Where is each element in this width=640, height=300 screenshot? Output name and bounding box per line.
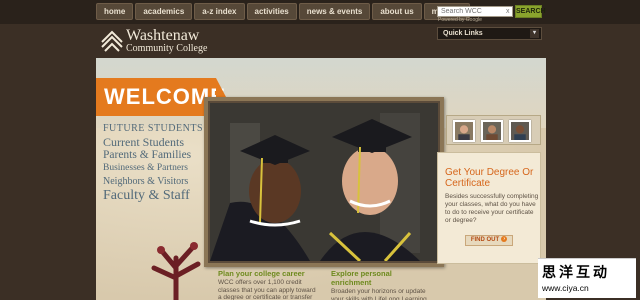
promo-personal-enrichment[interactable]: Explore personal enrichment Broaden your…: [331, 269, 431, 300]
powered-by-google: Powered by Google: [438, 17, 482, 23]
audience-businesses-partners[interactable]: Businesses & Partners: [103, 163, 188, 173]
cert-card-title: Get Your Degree Or Certificate: [445, 167, 534, 189]
chevron-down-icon[interactable]: ▾: [530, 29, 539, 38]
watermark-title: 思洋互动: [542, 264, 610, 280]
nav-activities[interactable]: activities: [246, 3, 297, 20]
top-navigation-bar: home academics a-z index activities news…: [0, 0, 640, 24]
audience-neighbors-visitors[interactable]: Neighbors & Visitors: [103, 176, 188, 187]
watermark-url: www.ciya.cn: [542, 283, 589, 293]
main-nav: home academics a-z index activities news…: [96, 3, 471, 20]
college-logo-icon[interactable]: [100, 28, 124, 52]
hero-panel: WELCOME FUTURE STUDENTS Current Students…: [96, 58, 546, 300]
find-out-label: FIND OUT: [470, 237, 500, 243]
nav-academics[interactable]: academics: [135, 3, 193, 20]
arrow-right-icon: ›: [501, 236, 508, 243]
nav-a-z-index[interactable]: a-z index: [194, 3, 245, 20]
promo-body: WCC offers over 1,100 credit classes tha…: [218, 279, 316, 300]
welcome-banner: WELCOME: [96, 78, 226, 116]
promo-title[interactable]: Explore personal enrichment: [331, 269, 431, 287]
audience-current-students[interactable]: Current Students: [103, 135, 184, 150]
nav-about-us[interactable]: about us: [372, 3, 422, 20]
logo-subtitle[interactable]: Community College: [126, 43, 207, 54]
degree-certificate-card: Get Your Degree Or Certificate Besides s…: [437, 152, 541, 264]
nav-home[interactable]: home: [96, 3, 134, 20]
search-button[interactable]: SEARCH: [515, 5, 546, 18]
audience-faculty-staff[interactable]: Faculty & Staff: [103, 188, 190, 204]
clear-search-icon[interactable]: x: [506, 6, 513, 17]
promo-college-career[interactable]: Plan your college career WCC offers over…: [218, 269, 318, 300]
audience-parents-families[interactable]: Parents & Families: [103, 149, 191, 161]
audience-future-students[interactable]: FUTURE STUDENTS: [103, 123, 203, 134]
find-out-button[interactable]: FIND OUT ›: [465, 235, 513, 246]
search-input[interactable]: [437, 6, 513, 17]
graduates-photo: [210, 103, 438, 261]
student-thumbnails: [446, 115, 541, 145]
site-header: Washtenaw Community College Quick Links …: [0, 24, 640, 58]
nav-news-events[interactable]: news & events: [298, 3, 371, 20]
graduates-photo-frame: [204, 97, 444, 267]
student-thumbnail-3[interactable]: [509, 120, 531, 142]
quick-links-dropdown[interactable]: Quick Links ▾: [437, 27, 542, 40]
site-watermark: 思洋互动 www.ciya.cn: [538, 258, 636, 298]
promo-body: Broaden your horizons or update your ski…: [331, 288, 429, 300]
student-thumbnail-2[interactable]: [481, 120, 503, 142]
promo-title[interactable]: Plan your college career: [218, 269, 318, 278]
student-thumbnail-1[interactable]: [453, 120, 475, 142]
cert-card-body: Besides successfully completing your cla…: [445, 193, 539, 224]
quick-links-label: Quick Links: [443, 30, 483, 37]
